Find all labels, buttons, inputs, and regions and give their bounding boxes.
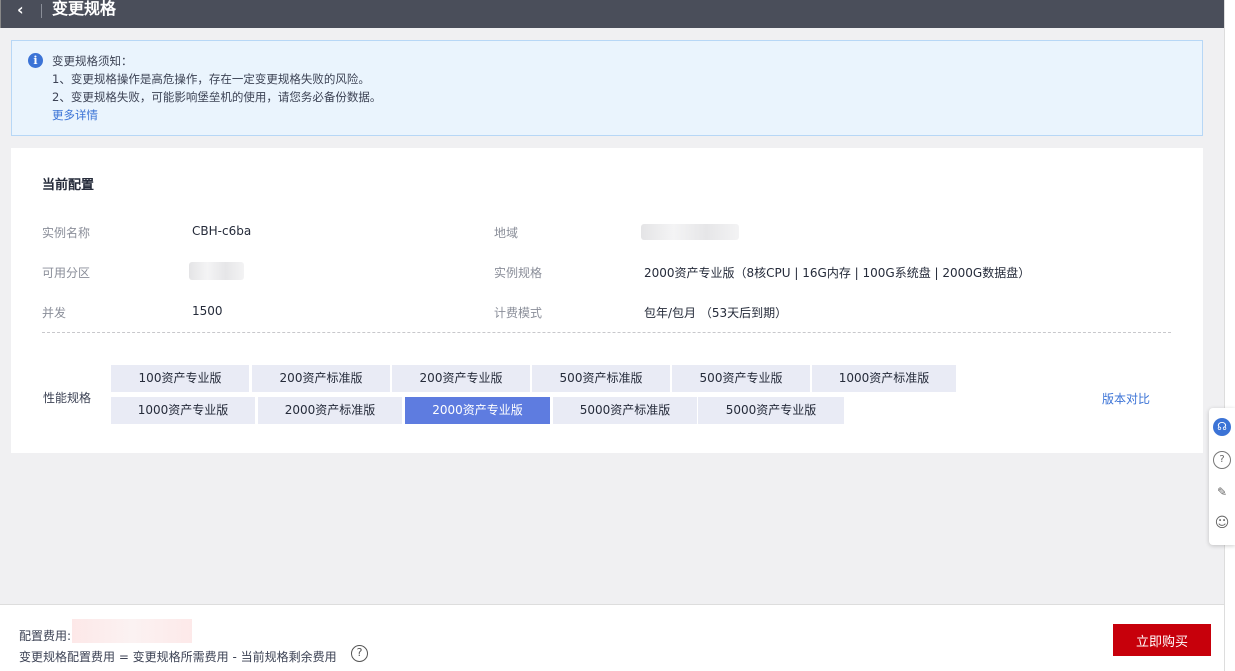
page-scrollbar[interactable] [1224,0,1235,671]
az-value-redacted [189,262,244,280]
spec-option[interactable]: 2000资产标准版 [258,397,402,424]
current-config-card: 当前配置 实例名称 CBH-c6ba 地域 可用分区 实例规格 2000资产专业… [11,148,1203,453]
spec-option[interactable]: 5000资产标准版 [553,397,697,424]
buy-now-button[interactable]: 立即购买 [1113,624,1211,656]
header-divider [41,4,42,18]
smiley-icon[interactable]: ☺ [1213,514,1231,532]
help-icon[interactable]: ? [1213,451,1231,469]
fee-formula: 变更规格配置费用 = 变更规格所需费用 - 当前规格剩余费用 [19,650,337,664]
notice-panel: i 变更规格须知： 1、变更规格操作是高危操作，存在一定变更规格失败的风险。 2… [11,40,1203,136]
instance-name-value: CBH-c6ba [192,224,252,238]
concurrency-label: 并发 [42,306,67,320]
spec-option-selected[interactable]: 2000资产专业版 [405,397,550,424]
customer-service-icon[interactable]: ☊ [1213,418,1231,436]
spec-label: 实例规格 [494,266,543,280]
spec-option[interactable]: 100资产专业版 [111,365,249,392]
region-label: 地域 [494,226,519,240]
page-title: 变更规格 [52,0,117,18]
instance-name-label: 实例名称 [42,226,91,240]
fee-label: 配置费用: [19,629,72,643]
section-title: 当前配置 [42,178,95,193]
floating-toolbar: ☊ ? ✎ ☺ [1209,408,1235,545]
az-label: 可用分区 [42,266,91,280]
notice-line-1: 1、变更规格操作是高危操作，存在一定变更规格失败的风险。 [52,72,370,86]
notice-line-2: 2、变更规格失败，可能影响堡垒机的使用，请您务必备份数据。 [52,90,382,104]
top-header: ‹ 变更规格 [0,0,1224,28]
feedback-edit-icon[interactable]: ✎ [1213,483,1231,501]
version-compare-link[interactable]: 版本对比 [1102,390,1150,407]
spec-option[interactable]: 500资产标准版 [532,365,670,392]
region-value-redacted [641,224,739,240]
spec-value: 2000资产专业版（8核CPU | 16G内存 | 100G系统盘 | 2000… [644,266,1031,280]
info-icon: i [28,53,43,68]
spec-option[interactable]: 1000资产专业版 [111,397,255,424]
back-arrow-icon[interactable]: ‹ [17,0,24,20]
concurrency-value: 1500 [192,304,223,318]
dashed-divider [42,332,1171,333]
billing-label: 计费模式 [494,306,543,320]
spec-option[interactable]: 200资产标准版 [252,365,390,392]
more-details-link[interactable]: 更多详情 [52,108,98,122]
spec-option[interactable]: 200资产专业版 [392,365,530,392]
footer-bar: 配置费用: 变更规格配置费用 = 变更规格所需费用 - 当前规格剩余费用 ? 立… [0,604,1224,671]
performance-label: 性能规格 [43,391,92,405]
question-icon[interactable]: ? [351,645,368,662]
fee-value-redacted [72,619,192,643]
spec-option[interactable]: 5000资产专业版 [698,397,844,424]
spec-option[interactable]: 1000资产标准版 [812,365,956,392]
billing-value: 包年/包月 （53天后到期） [644,306,788,320]
spec-option[interactable]: 500资产专业版 [672,365,810,392]
notice-title: 变更规格须知： [52,54,133,68]
